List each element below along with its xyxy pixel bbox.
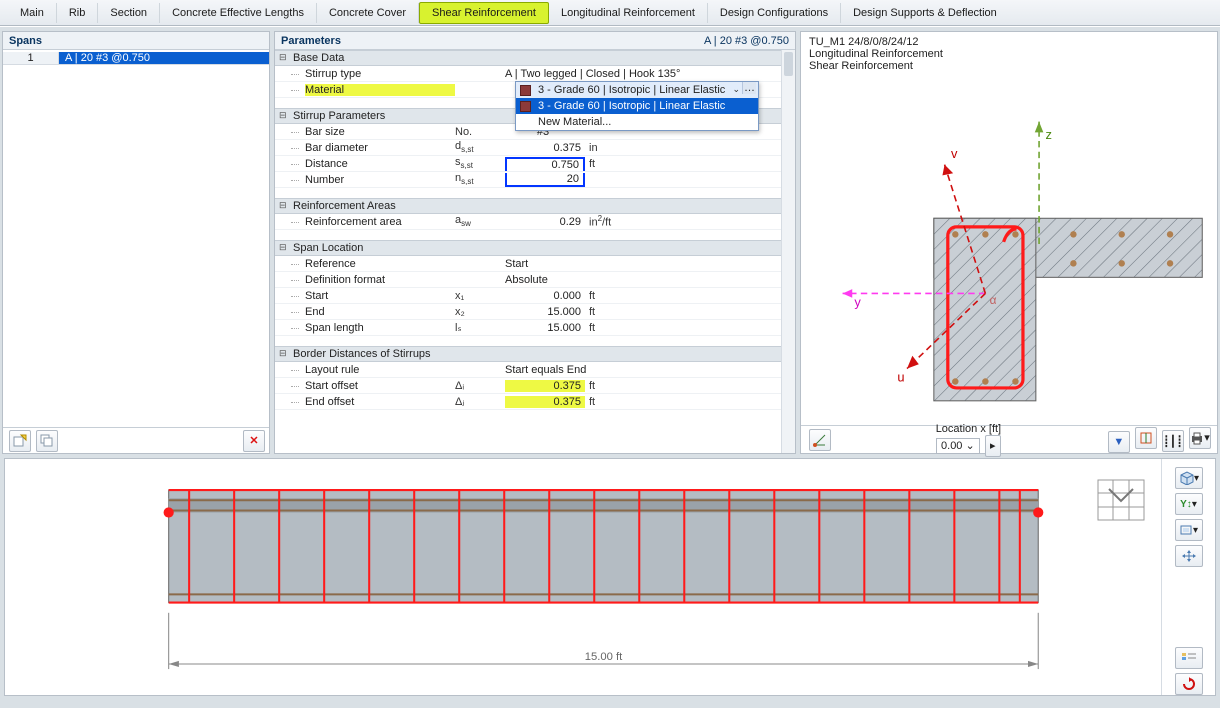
view-extents-button[interactable]: ▾ — [1175, 519, 1203, 541]
tab-shear-reinforcement[interactable]: Shear Reinforcement — [419, 2, 549, 24]
parameters-title: Parameters — [281, 35, 341, 47]
material-dropdown-current[interactable]: 3 - Grade 60 | Isotropic | Linear Elasti… — [516, 82, 758, 98]
tab-concrete-cover[interactable]: Concrete Cover — [317, 3, 419, 23]
copy-item-button[interactable] — [36, 430, 58, 452]
tab-design-supports-deflection[interactable]: Design Supports & Deflection — [841, 3, 1009, 23]
snap-button[interactable] — [809, 429, 831, 451]
axes-icon — [1139, 431, 1153, 445]
material-dropdown[interactable]: 3 - Grade 60 | Isotropic | Linear Elasti… — [515, 81, 759, 131]
beam-length-label: 15.00 ft — [585, 651, 623, 663]
row-span-length[interactable]: Span length lₛ 15.000 ft — [275, 320, 795, 336]
material-swatch-icon — [520, 85, 531, 96]
view-pan-button[interactable] — [1175, 545, 1203, 567]
new-item-button[interactable] — [9, 430, 31, 452]
row-start-offset[interactable]: Start offset Δᵢ 0.375 ft — [275, 378, 795, 394]
tab-main[interactable]: Main — [8, 3, 57, 23]
preview-panel: TU_M1 24/8/0/8/24/12 Longitudinal Reinfo… — [800, 31, 1218, 454]
location-step-button[interactable]: ▸ — [985, 435, 1001, 457]
stirrup-type-value: A | Two legged | Closed | Hook 135° — [505, 68, 795, 80]
spans-panel: Spans 1 A | 20 #3 @0.750 ✕ — [2, 31, 270, 454]
svg-text:α: α — [990, 293, 997, 307]
parameters-panel: Parameters A | 20 #3 @0.750 Base Data St… — [274, 31, 796, 454]
new-sheet-icon — [13, 434, 27, 448]
spans-title: Spans — [9, 35, 42, 47]
parameters-body: Base Data Stirrup type A | Two legged | … — [275, 50, 795, 453]
span-row-index: 1 — [3, 52, 59, 65]
row-layout-rule[interactable]: Layout rule Start equals End — [275, 362, 795, 378]
axis-u-label: u — [897, 369, 904, 384]
delete-item-button[interactable]: ✕ — [243, 430, 265, 452]
group-base-data[interactable]: Base Data — [275, 50, 795, 66]
location-select[interactable]: 0.00 ⌄ — [936, 438, 980, 454]
arrows-icon — [1182, 550, 1196, 562]
view-3d-button[interactable]: ▾ — [1175, 467, 1203, 489]
row-number[interactable]: Number ns,st 20 — [275, 172, 795, 188]
group-reinforcement-areas[interactable]: Reinforcement Areas — [275, 198, 795, 214]
parameters-scrollbar[interactable] — [781, 50, 795, 453]
row-reference[interactable]: Reference Start — [275, 256, 795, 272]
cube-icon — [1178, 471, 1194, 485]
view-y-axis-button[interactable]: Y↕▾ — [1175, 493, 1203, 515]
cross-section-view[interactable]: y z u v α — [805, 80, 1213, 421]
row-span-start[interactable]: Start x₁ 0.000 ft — [275, 288, 795, 304]
span-row[interactable]: 1 A | 20 #3 @0.750 — [3, 50, 269, 67]
location-label: Location x [ft] — [831, 423, 1106, 435]
row-span-end[interactable]: End x₂ 15.000 ft — [275, 304, 795, 320]
dimensions-button[interactable]: ┋┃┋ — [1162, 430, 1184, 452]
extent-icon — [1179, 524, 1193, 536]
axis-v-label: v — [951, 146, 958, 161]
tab-section[interactable]: Section — [98, 3, 160, 23]
tab-longitudinal-reinforcement[interactable]: Longitudinal Reinforcement — [549, 3, 708, 23]
group-span-location[interactable]: Span Location — [275, 240, 795, 256]
material-label: Material — [305, 84, 455, 96]
row-definition-format[interactable]: Definition format Absolute — [275, 272, 795, 288]
axis-y-label: y — [854, 294, 861, 309]
copy-icon — [40, 434, 54, 448]
material-dropdown-new[interactable]: New Material... — [516, 114, 758, 130]
beam-elevation-view[interactable]: 15.00 ft — [5, 459, 1161, 695]
printer-icon — [1190, 431, 1204, 445]
ellipsis-button[interactable]: … — [742, 82, 756, 94]
row-end-offset[interactable]: End offset Δⱼ 0.375 ft — [275, 394, 795, 410]
row-distance[interactable]: Distance ss,st 0.750 ft — [275, 156, 795, 172]
location-bar: Location x [ft] 0.00 ⌄ ▸ ▼ ┋┃┋ ▾ — [801, 425, 1217, 453]
beam-elevation-panel: 15.00 ft ▾ Y↕▾ ▾ — [4, 458, 1216, 696]
refresh-button[interactable] — [1175, 673, 1203, 695]
material-swatch-icon — [520, 101, 531, 112]
axes-toggle-button[interactable] — [1135, 427, 1157, 449]
preview-info: TU_M1 24/8/0/8/24/12 Longitudinal Reinfo… — [801, 32, 1217, 76]
material-dropdown-option[interactable]: 3 - Grade 60 | Isotropic | Linear Elasti… — [516, 98, 758, 114]
tab-concrete-effective-lengths[interactable]: Concrete Effective Lengths — [160, 3, 317, 23]
row-stirrup-type[interactable]: Stirrup type A | Two legged | Closed | H… — [275, 66, 795, 82]
section-grid-icon[interactable] — [1097, 479, 1145, 524]
spans-header: Spans — [3, 32, 269, 50]
row-bar-diameter[interactable]: Bar diameter ds,st 0.375 in — [275, 140, 795, 156]
preview-line3: Shear Reinforcement — [809, 60, 1209, 72]
axis-z-label: z — [1046, 127, 1052, 142]
parameters-header: Parameters A | 20 #3 @0.750 — [275, 32, 795, 50]
tab-rib[interactable]: Rib — [57, 3, 99, 23]
tab-bar: Main Rib Section Concrete Effective Leng… — [0, 0, 1220, 26]
stirrup-type-label: Stirrup type — [305, 68, 455, 80]
preview-line2: Longitudinal Reinforcement — [809, 48, 1209, 60]
preview-title: TU_M1 24/8/0/8/24/12 — [809, 36, 1209, 48]
legend-icon — [1181, 652, 1197, 664]
axis-icon — [813, 433, 827, 447]
refresh-icon — [1182, 677, 1196, 691]
view-controls: ▾ Y↕▾ ▾ — [1161, 459, 1215, 695]
span-row-label: A | 20 #3 @0.750 — [59, 52, 269, 65]
spans-footer: ✕ — [3, 427, 269, 453]
tab-design-configurations[interactable]: Design Configurations — [708, 3, 841, 23]
filter-button[interactable]: ▼ — [1108, 431, 1130, 453]
row-material[interactable]: Material 3 - Grade 60 | Isotropic | Line… — [275, 82, 795, 98]
print-button[interactable]: ▾ — [1189, 427, 1211, 449]
chevron-down-icon: ⌄ — [732, 84, 740, 95]
group-border-distances[interactable]: Border Distances of Stirrups — [275, 346, 795, 362]
parameters-subtitle: A | 20 #3 @0.750 — [704, 35, 789, 47]
legend-button[interactable] — [1175, 647, 1203, 669]
row-reinforcement-area[interactable]: Reinforcement area asw 0.29 in2/ft — [275, 214, 795, 230]
